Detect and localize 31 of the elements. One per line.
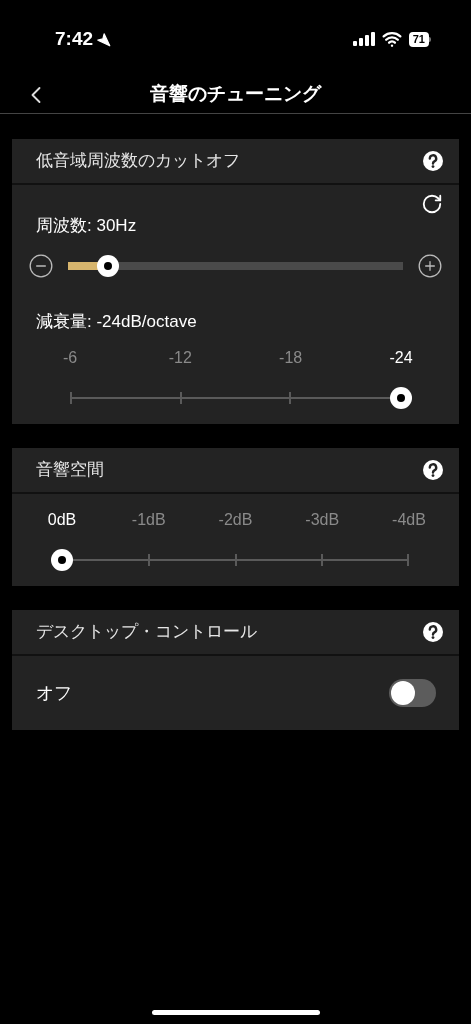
step-label: -2dB xyxy=(217,510,254,530)
attenuation-label: 減衰量: -24dB/octave xyxy=(36,311,197,331)
step-label: -12 xyxy=(167,348,193,368)
step-label: -3dB xyxy=(304,510,341,530)
status-time: 7:42 xyxy=(55,26,94,51)
section-title: デスクトップ・コントロール xyxy=(36,621,257,644)
battery-icon: 71 xyxy=(408,31,429,47)
reset-icon[interactable] xyxy=(421,193,443,215)
page-title: 音響のチューニング xyxy=(150,82,321,107)
toggle-switch[interactable] xyxy=(389,679,436,707)
step-label: -24 xyxy=(388,348,414,368)
step-label: -18 xyxy=(278,348,304,368)
step-label: -1dB xyxy=(130,510,167,530)
step-label: -6 xyxy=(61,348,79,368)
help-icon[interactable] xyxy=(422,459,444,481)
step-label: 0dB xyxy=(46,510,78,530)
signal-icon xyxy=(352,32,375,46)
wifi-icon xyxy=(381,29,402,49)
section-title: 低音域周波数のカットオフ xyxy=(36,150,240,173)
help-icon[interactable] xyxy=(422,150,444,172)
toggle-label: オフ xyxy=(36,681,72,705)
help-icon[interactable] xyxy=(422,621,444,643)
slider-thumb[interactable] xyxy=(97,254,120,277)
slider-thumb[interactable] xyxy=(390,387,412,409)
slider-thumb[interactable] xyxy=(51,549,73,571)
step-label: -4dB xyxy=(391,510,427,530)
plus-icon[interactable] xyxy=(417,252,443,279)
minus-icon[interactable] xyxy=(28,252,54,279)
section-title: 音響空間 xyxy=(36,459,104,482)
frequency-label: 周波数: 30Hz xyxy=(36,216,137,235)
location-icon xyxy=(96,31,112,47)
